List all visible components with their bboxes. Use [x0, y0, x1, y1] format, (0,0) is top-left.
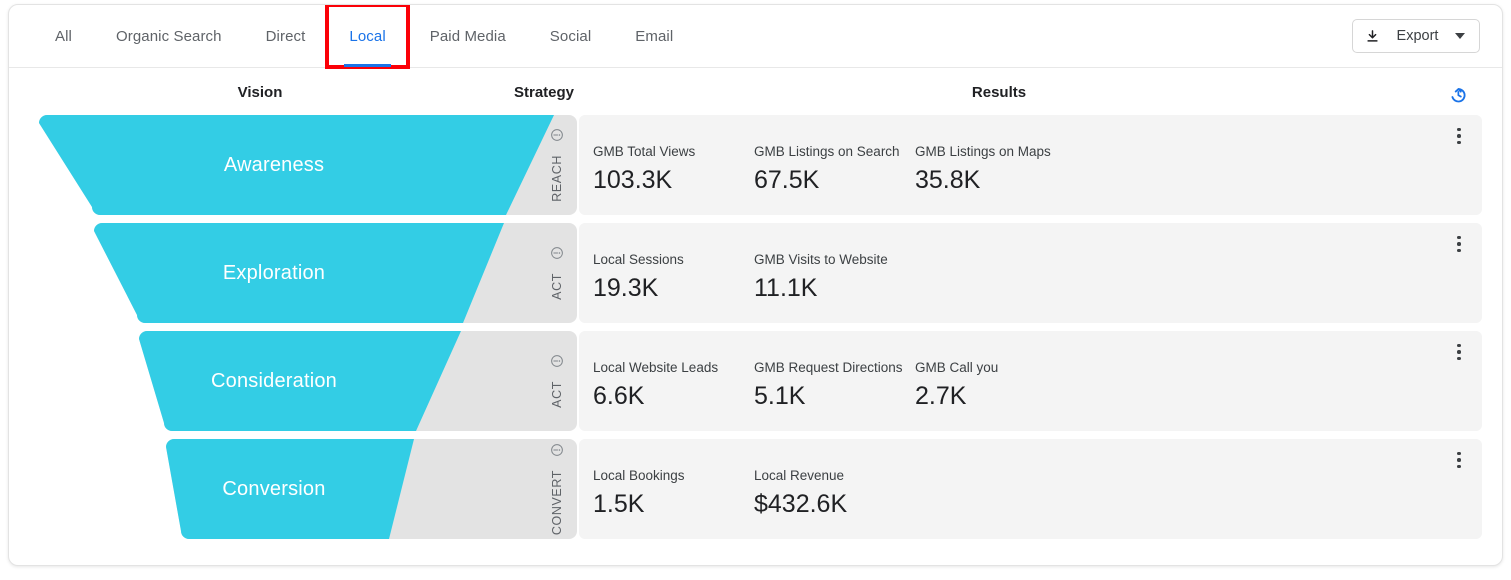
metric-label: Local Website Leads	[593, 360, 719, 375]
metric-item: GMB Request Directions 5.1K	[754, 359, 915, 413]
metric-label: GMB Listings on Maps	[915, 144, 1051, 159]
column-header-results: Results	[971, 84, 1027, 101]
tab-paid-media[interactable]: Paid Media	[408, 5, 528, 67]
more-vertical-icon[interactable]	[1448, 123, 1470, 149]
funnel-row: Conversion CONVERT Local Bookings 1.5K Local…	[9, 439, 1502, 545]
metric-value: 103.3K	[593, 166, 673, 194]
metric-label: GMB Request Directions	[754, 360, 903, 375]
column-header-row: Vision Strategy Results	[9, 68, 1502, 118]
metric-item: GMB Visits to Website 11.1K	[754, 251, 915, 305]
history-icon[interactable]	[1447, 84, 1469, 106]
tab-direct[interactable]: Direct	[244, 5, 328, 67]
metric-value: 1.5K	[593, 490, 645, 518]
strategy-label: REACH	[550, 155, 564, 202]
metric-value: 5.1K	[754, 382, 806, 410]
strategy-label: ACT	[550, 381, 564, 408]
tab-social[interactable]: Social	[528, 5, 613, 67]
info-icon[interactable]	[550, 354, 564, 373]
metric-value: 19.3K	[593, 274, 659, 302]
funnel-rows: Awareness REACH GMB Total Views 103.3K GMB L…	[9, 115, 1502, 547]
tab-local[interactable]: Local	[325, 5, 410, 69]
column-header-strategy: Strategy	[513, 84, 575, 101]
export-label: Export	[1396, 28, 1439, 44]
strategy-label: ACT	[550, 273, 564, 300]
funnel-row: Consideration ACT Local Website Leads 6.6K G…	[9, 331, 1502, 437]
strategy-column: CONVERT	[537, 439, 577, 539]
tab-list: All Organic Search Direct Local Paid Media So…	[33, 5, 695, 69]
metric-value: 6.6K	[593, 382, 645, 410]
funnel-stage-block[interactable]: Consideration ACT	[31, 331, 577, 431]
metric-label: Local Bookings	[593, 468, 685, 483]
strategy-label: CONVERT	[550, 469, 564, 536]
metric-value: 35.8K	[915, 166, 981, 194]
download-icon	[1365, 29, 1380, 44]
metric-label: GMB Total Views	[593, 144, 696, 159]
funnel-stage-block[interactable]: Exploration ACT	[31, 223, 577, 323]
funnel-shape	[139, 331, 577, 431]
metric-item: Local Revenue $432.6K	[754, 467, 915, 521]
funnel-stage-block[interactable]: Awareness REACH	[31, 115, 577, 215]
tab-organic-search[interactable]: Organic Search	[94, 5, 244, 67]
column-header-vision: Vision	[237, 84, 283, 101]
funnel-shape	[94, 223, 577, 323]
metric-item: Local Bookings 1.5K	[593, 467, 754, 521]
metric-label: GMB Call you	[915, 360, 999, 375]
metric-value: 67.5K	[754, 166, 820, 194]
more-vertical-icon[interactable]	[1448, 447, 1470, 473]
metric-list: Local Bookings 1.5K Local Revenue $432.6K	[593, 467, 915, 521]
funnel-dashboard-card: All Organic Search Direct Local Paid Media So…	[8, 4, 1503, 566]
results-panel: Local Bookings 1.5K Local Revenue $432.6K	[579, 439, 1482, 539]
more-vertical-icon[interactable]	[1448, 339, 1470, 365]
metric-list: GMB Total Views 103.3K GMB Listings on Sea…	[593, 143, 1076, 197]
funnel-stage-block[interactable]: Conversion CONVERT	[31, 439, 577, 539]
metric-item: GMB Listings on Maps 35.8K	[915, 143, 1076, 197]
metric-value: $432.6K	[754, 490, 848, 518]
funnel-shape	[39, 115, 577, 215]
metric-item: Local Sessions 19.3K	[593, 251, 754, 305]
metric-value: 11.1K	[754, 274, 818, 302]
export-button[interactable]: Export	[1352, 19, 1480, 53]
metric-item: GMB Call you 2.7K	[915, 359, 1076, 413]
info-icon[interactable]	[550, 128, 564, 147]
metric-item: GMB Total Views 103.3K	[593, 143, 754, 197]
strategy-column: ACT	[537, 331, 577, 431]
funnel-shape	[166, 439, 577, 539]
metric-label: GMB Listings on Search	[754, 144, 900, 159]
tab-bar: All Organic Search Direct Local Paid Media So…	[9, 5, 1502, 69]
metric-list: Local Sessions 19.3K GMB Visits to Website…	[593, 251, 915, 305]
metric-label: Local Revenue	[754, 468, 845, 483]
results-panel: GMB Total Views 103.3K GMB Listings on Sea…	[579, 115, 1482, 215]
chevron-down-icon	[1455, 33, 1465, 39]
metric-value: 2.7K	[915, 382, 967, 410]
results-panel: Local Website Leads 6.6K GMB Request Direc…	[579, 331, 1482, 431]
tab-all[interactable]: All	[33, 5, 94, 67]
info-icon[interactable]	[550, 443, 564, 462]
metric-item: GMB Listings on Search 67.5K	[754, 143, 915, 197]
metric-item: Local Website Leads 6.6K	[593, 359, 754, 413]
more-vertical-icon[interactable]	[1448, 231, 1470, 257]
funnel-row: Exploration ACT Local Sessions 19.3K GMB Vis…	[9, 223, 1502, 329]
metric-label: Local Sessions	[593, 252, 684, 267]
results-panel: Local Sessions 19.3K GMB Visits to Website…	[579, 223, 1482, 323]
info-icon[interactable]	[550, 246, 564, 265]
metric-label: GMB Visits to Website	[754, 252, 888, 267]
strategy-column: REACH	[537, 115, 577, 215]
funnel-row: Awareness REACH GMB Total Views 103.3K GMB L…	[9, 115, 1502, 221]
strategy-column: ACT	[537, 223, 577, 323]
tab-email[interactable]: Email	[613, 5, 695, 67]
metric-list: Local Website Leads 6.6K GMB Request Direc…	[593, 359, 1076, 413]
